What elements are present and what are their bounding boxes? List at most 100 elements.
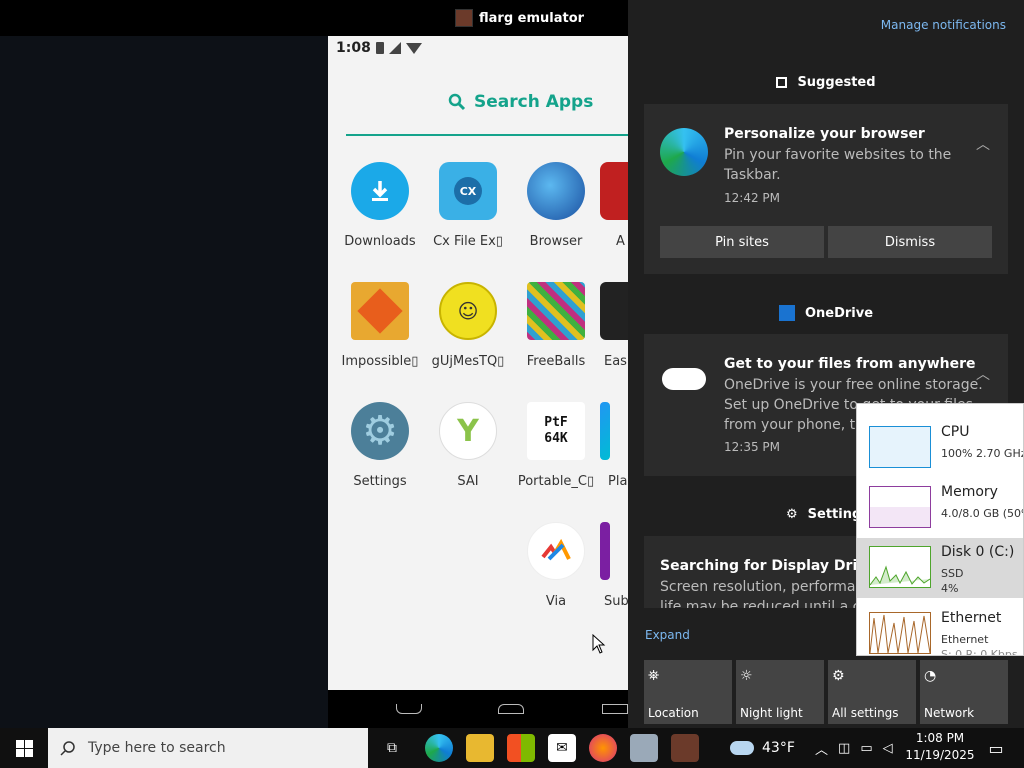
edge-title: Personalize your browser	[724, 126, 925, 142]
mail-icon[interactable]: ✉	[548, 734, 576, 762]
perf-row-ethernet[interactable]: Ethernet Ethernet S: 0 R: 0 Kbps	[857, 604, 1023, 656]
edge-body-line1: Pin your favorite websites to the	[724, 147, 952, 163]
desktop: flarg emulator 1:08 Search Apps Download…	[0, 0, 1024, 768]
quick-action-night-light[interactable]: ☼ Night light	[736, 660, 824, 724]
app-icon	[600, 522, 610, 580]
clock-date: 11/19/2025	[905, 748, 975, 762]
app-eas[interactable]: Eas	[600, 282, 628, 369]
perf-row-cpu[interactable]: CPU 100% 2.70 GHz	[857, 418, 1023, 478]
task-view-icon[interactable]: ⧉	[378, 734, 406, 762]
app-label: Impossible▯	[341, 354, 419, 369]
edge-icon	[660, 128, 708, 176]
notifications-icon[interactable]: ▭	[982, 734, 1010, 762]
onedrive-body-line3: from your phone, ta	[724, 417, 864, 433]
settings-label: Setting	[807, 507, 862, 522]
battery-icon	[375, 42, 384, 54]
edge-taskbar-icon[interactable]	[425, 734, 453, 762]
app-label: Browser	[529, 234, 583, 249]
disk-graph	[869, 546, 931, 588]
settings-title: Searching for Display Driver	[660, 558, 883, 574]
app-icon	[600, 282, 628, 340]
emulator-taskbar-icon[interactable]	[671, 734, 699, 762]
quick-action-label: Location	[648, 706, 699, 720]
app-portable-c64[interactable]: PtF 64K Portable_C▯	[512, 402, 600, 489]
quick-action-label: All settings	[832, 706, 899, 720]
file-explorer-icon[interactable]	[466, 734, 494, 762]
app-label: Sub	[604, 594, 628, 609]
network-tray-icon[interactable]: ▭	[860, 741, 872, 756]
manage-notifications-link[interactable]: Manage notifications	[881, 18, 1006, 32]
globe-icon	[527, 162, 585, 220]
chevron-up-icon[interactable]: ︿	[815, 739, 828, 758]
via-icon	[527, 522, 585, 580]
app-taskbar-icon[interactable]	[630, 734, 658, 762]
clock-time: 1:08 PM	[915, 731, 965, 745]
app-cx-file-explorer[interactable]: CX Cx File Ex▯	[424, 162, 512, 249]
taskbar: Type here to search ⧉ ✉ 43°F ︿ ◫ ▭ ◁ 1:0…	[0, 728, 1024, 768]
app-a[interactable]: A	[600, 162, 628, 249]
back-icon[interactable]	[396, 704, 422, 714]
app-label: Portable_C▯	[517, 474, 595, 489]
app-settings[interactable]: ⚙ Settings	[336, 402, 424, 489]
app-icon	[600, 162, 628, 220]
app-label: Via	[545, 594, 567, 609]
start-button[interactable]	[0, 728, 48, 768]
balls-icon	[527, 282, 585, 340]
settings-body-line2: life may be reduced until a co	[660, 599, 869, 608]
expand-link[interactable]: Expand	[645, 628, 690, 642]
quick-action-network[interactable]: ◔ Network	[920, 660, 1008, 724]
recents-icon[interactable]	[602, 704, 628, 714]
weather-widget[interactable]: 43°F	[730, 728, 795, 768]
perf-name: Ethernet	[941, 610, 1002, 626]
system-tray: ︿ ◫ ▭ ◁	[815, 728, 893, 768]
app-gujmestq[interactable]: ☺ gUjMesTQ▯	[424, 282, 512, 369]
ethernet-graph	[869, 612, 931, 654]
app-browser[interactable]: Browser	[512, 162, 600, 249]
app-label: Eas	[604, 354, 627, 369]
diamond-icon	[351, 282, 409, 340]
app-freeballs[interactable]: FreeBalls	[512, 282, 600, 369]
firefox-icon[interactable]	[589, 734, 617, 762]
perf-name: Memory	[941, 484, 998, 500]
app-play[interactable]: Pla	[600, 402, 628, 489]
app-label: FreeBalls	[526, 354, 586, 369]
c64-icon: PtF 64K	[527, 402, 585, 460]
suggested-icon	[776, 77, 788, 88]
pin-sites-button[interactable]: Pin sites	[660, 226, 824, 258]
quick-action-location[interactable]: ⛯ Location	[644, 660, 732, 724]
app-sai[interactable]: Y SAI	[424, 402, 512, 489]
chevron-up-icon[interactable]: ︿	[976, 364, 990, 384]
home-icon[interactable]	[498, 704, 524, 714]
emulator-titlebar[interactable]: flarg emulator	[0, 0, 628, 36]
app-via[interactable]: Via	[512, 522, 600, 609]
meet-now-icon[interactable]: ◫	[838, 741, 850, 756]
search-underline	[346, 134, 628, 136]
search-apps-button[interactable]: Search Apps	[448, 92, 593, 112]
perf-detail: Ethernet S: 0 R: 0 Kbps	[941, 633, 1018, 656]
quick-action-label: Network	[924, 706, 975, 720]
performance-widget: CPU 100% 2.70 GHz Memory 4.0/8.0 GB (50%…	[856, 403, 1024, 656]
android-nav-bar	[328, 690, 628, 728]
perf-row-disk[interactable]: Disk 0 (C:) SSD 4%	[857, 538, 1023, 598]
perf-name: CPU	[941, 424, 970, 440]
app-sub[interactable]: Sub	[600, 522, 628, 609]
chevron-up-icon[interactable]: ︿	[976, 134, 990, 154]
taskbar-clock[interactable]: 1:08 PM 11/19/2025	[904, 730, 976, 764]
perf-row-memory[interactable]: Memory 4.0/8.0 GB (50%)	[857, 478, 1023, 538]
store-icon[interactable]	[507, 734, 535, 762]
cloud-icon	[662, 368, 706, 390]
app-downloads[interactable]: Downloads	[336, 162, 424, 249]
onedrive-header: OneDrive	[628, 305, 1024, 321]
onedrive-app-icon	[778, 305, 795, 321]
location-icon: ⛯	[648, 668, 660, 684]
taskbar-search-box[interactable]: Type here to search	[48, 728, 368, 768]
wifi-icon	[405, 42, 422, 54]
dismiss-button[interactable]: Dismiss	[828, 226, 992, 258]
app-impossible[interactable]: Impossible▯	[336, 282, 424, 369]
night-light-icon: ☼	[740, 668, 753, 684]
weather-temp: 43°F	[762, 740, 795, 756]
app-label: SAI	[457, 474, 479, 489]
quick-action-all-settings[interactable]: ⚙ All settings	[828, 660, 916, 724]
gear-icon: ⚙	[351, 402, 409, 460]
volume-muted-icon[interactable]: ◁	[883, 741, 893, 756]
